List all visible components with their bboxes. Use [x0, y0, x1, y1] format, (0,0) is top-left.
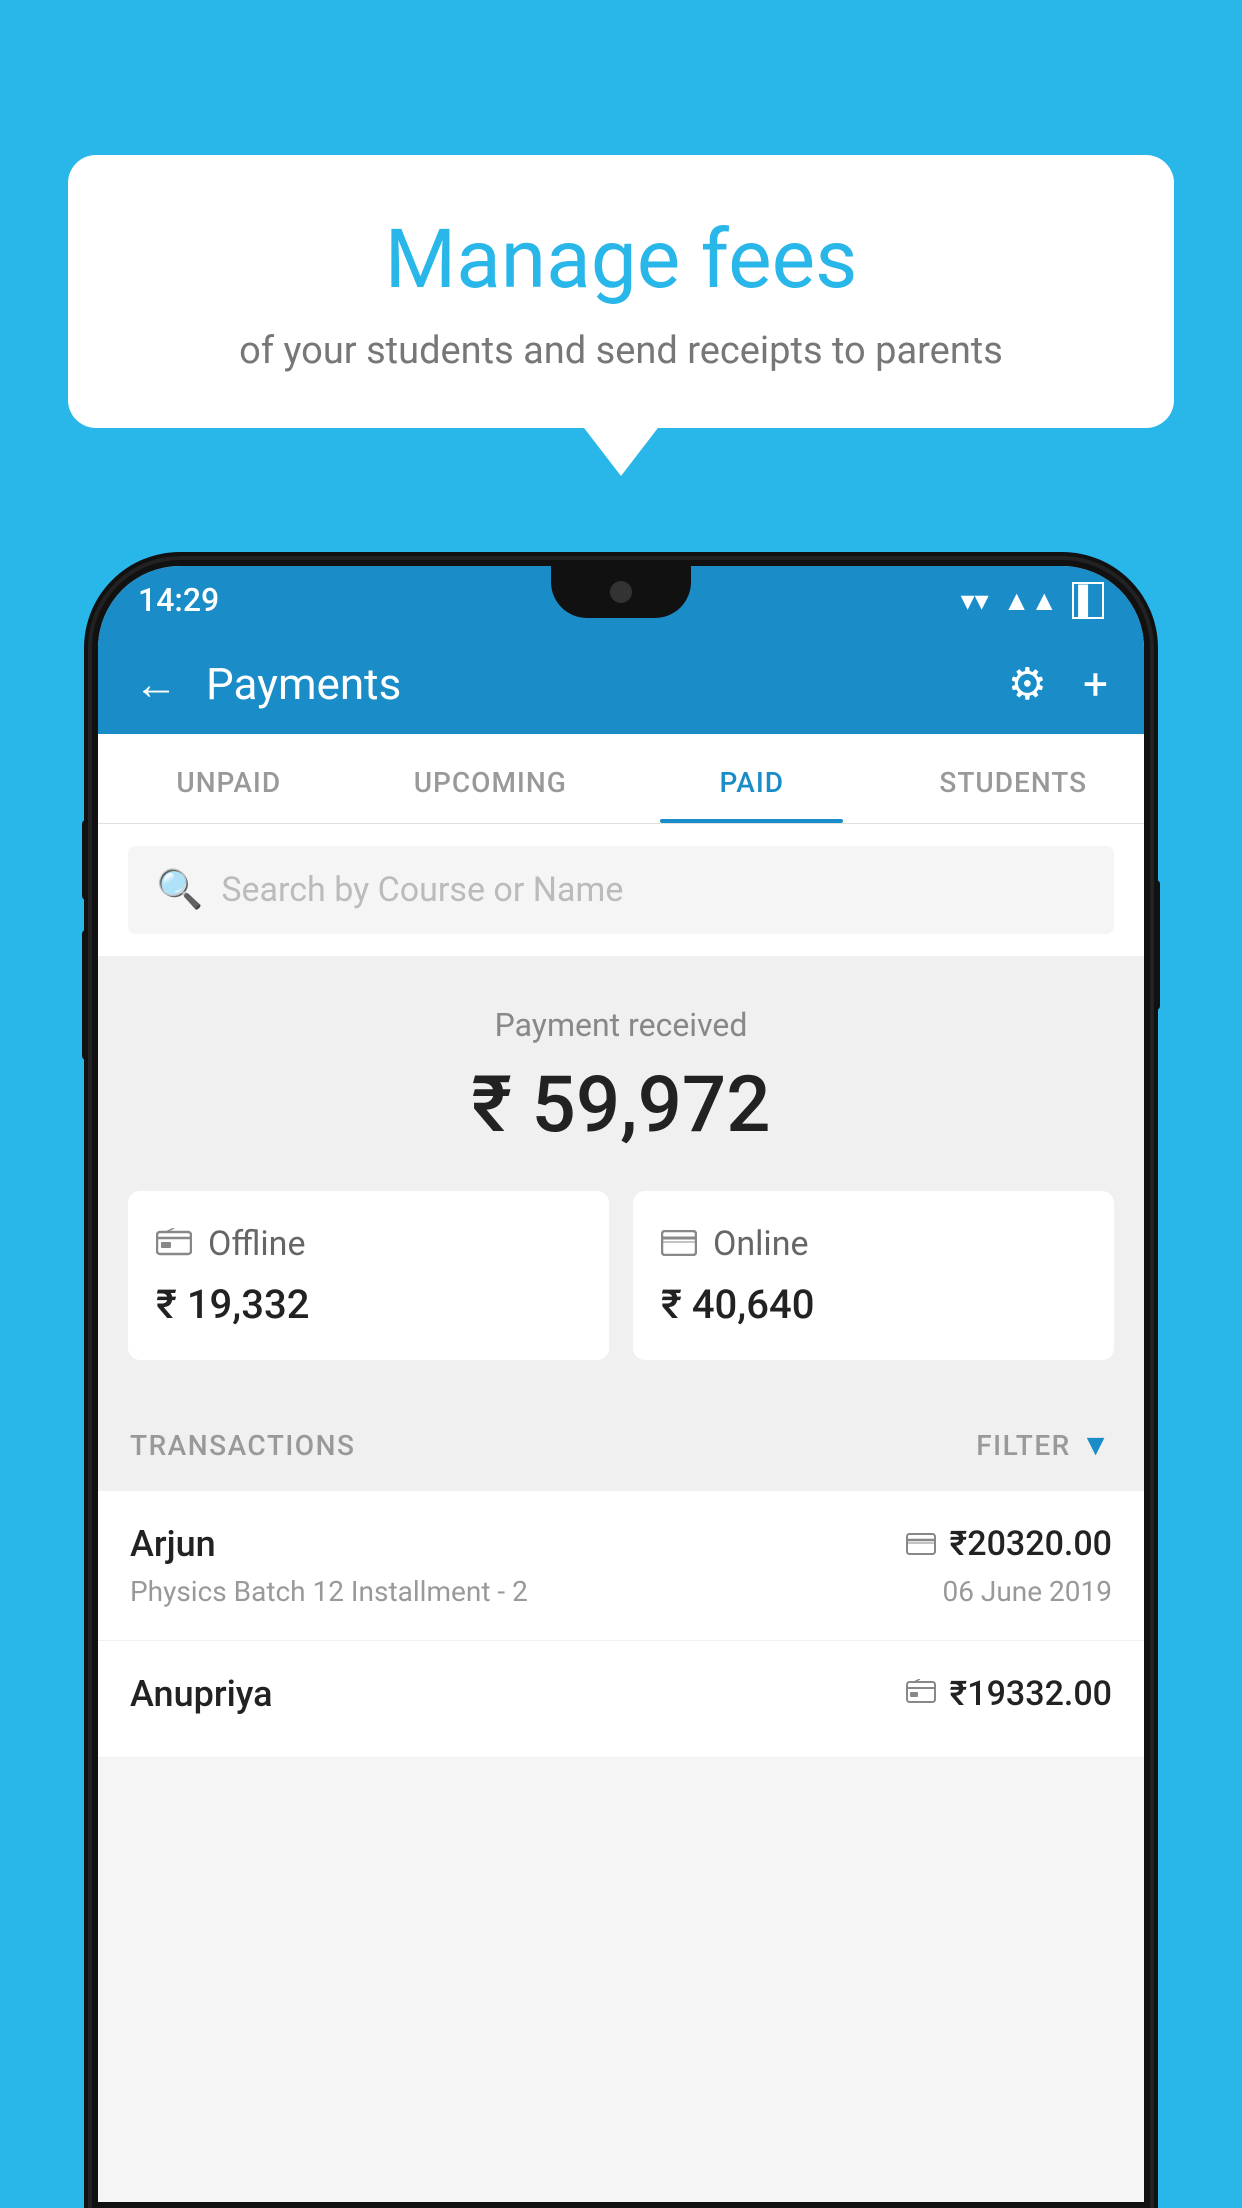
offline-card-top: Offline — [156, 1223, 581, 1265]
settings-icon[interactable]: ⚙ — [1008, 658, 1047, 710]
transaction-name-2: Anupriya — [130, 1673, 273, 1715]
transaction-date-1: 06 June 2019 — [942, 1575, 1112, 1608]
transaction-type-icon-1 — [906, 1525, 936, 1563]
tab-bar: UNPAID UPCOMING PAID STUDENTS — [98, 734, 1144, 824]
bubble-title: Manage fees — [118, 215, 1124, 305]
status-time: 14:29 — [138, 581, 219, 619]
tab-unpaid[interactable]: UNPAID — [98, 734, 360, 823]
tab-students[interactable]: STUDENTS — [883, 734, 1145, 823]
online-card: Online ₹ 40,640 — [633, 1191, 1114, 1360]
transaction-type-icon-2 — [906, 1675, 936, 1713]
battery-icon: ▌ — [1072, 582, 1104, 619]
signal-icon: ▲▲ — [1003, 584, 1058, 617]
status-bar: 14:29 ▾▾ ▲▲ ▌ — [98, 566, 1144, 634]
transaction-course-1: Physics Batch 12 Installment - 2 — [130, 1575, 528, 1608]
search-box[interactable]: 🔍 Search by Course or Name — [128, 846, 1114, 934]
add-icon[interactable]: + — [1083, 658, 1108, 710]
table-row[interactable]: Anupriya ₹19332.00 — [98, 1641, 1144, 1758]
table-row[interactable]: Arjun ₹20320.00 Physics Batch 1 — [98, 1491, 1144, 1641]
tab-upcoming[interactable]: UPCOMING — [360, 734, 622, 823]
notch — [551, 566, 691, 618]
online-label: Online — [713, 1224, 809, 1264]
search-icon: 🔍 — [156, 868, 203, 912]
payment-summary: Payment received ₹ 59,972 Offli — [98, 956, 1144, 1400]
offline-amount: ₹ 19,332 — [156, 1281, 581, 1328]
transactions-label: TRANSACTIONS — [130, 1429, 355, 1462]
transaction-amount-wrapper-1: ₹20320.00 — [906, 1524, 1112, 1564]
header-icons: ⚙ + — [1008, 658, 1108, 710]
status-icons: ▾▾ ▲▲ ▌ — [961, 582, 1104, 619]
speech-bubble: Manage fees of your students and send re… — [68, 155, 1174, 428]
transaction-amount-wrapper-2: ₹19332.00 — [906, 1674, 1112, 1714]
transaction-name-1: Arjun — [130, 1523, 216, 1565]
offline-label: Offline — [208, 1224, 305, 1264]
search-input[interactable]: Search by Course or Name — [221, 870, 623, 910]
filter-button[interactable]: FILTER ▼ — [976, 1428, 1112, 1463]
tab-paid[interactable]: PAID — [621, 734, 883, 823]
online-card-top: Online — [661, 1223, 1086, 1265]
wifi-icon: ▾▾ — [961, 584, 989, 617]
camera — [610, 581, 632, 603]
transaction-amount-1: ₹20320.00 — [950, 1524, 1112, 1564]
phone-screen: 14:29 ▾▾ ▲▲ ▌ ← Payments ⚙ + UNPAID UPCO… — [98, 566, 1144, 2202]
offline-icon — [156, 1223, 192, 1265]
phone-frame: 14:29 ▾▾ ▲▲ ▌ ← Payments ⚙ + UNPAID UPCO… — [92, 560, 1150, 2208]
search-container: 🔍 Search by Course or Name — [98, 824, 1144, 956]
bubble-subtitle: of your students and send receipts to pa… — [118, 329, 1124, 373]
online-amount: ₹ 40,640 — [661, 1281, 1086, 1328]
transaction-list: Arjun ₹20320.00 Physics Batch 1 — [98, 1491, 1144, 1758]
transaction-top-2: Anupriya ₹19332.00 — [130, 1673, 1112, 1715]
transaction-amount-2: ₹19332.00 — [950, 1674, 1112, 1714]
filter-label: FILTER — [976, 1429, 1071, 1462]
app-header: ← Payments ⚙ + — [98, 634, 1144, 734]
payment-cards: Offline ₹ 19,332 Online — [128, 1191, 1114, 1360]
page-title: Payments — [206, 658, 980, 710]
offline-card: Offline ₹ 19,332 — [128, 1191, 609, 1360]
back-button[interactable]: ← — [134, 658, 178, 710]
payment-label: Payment received — [128, 1006, 1114, 1044]
transaction-bottom-1: Physics Batch 12 Installment - 2 06 June… — [130, 1575, 1112, 1608]
transaction-top-1: Arjun ₹20320.00 — [130, 1523, 1112, 1565]
transactions-header: TRANSACTIONS FILTER ▼ — [98, 1400, 1144, 1491]
filter-icon: ▼ — [1081, 1428, 1112, 1463]
payment-total: ₹ 59,972 — [128, 1060, 1114, 1151]
online-icon — [661, 1223, 697, 1265]
